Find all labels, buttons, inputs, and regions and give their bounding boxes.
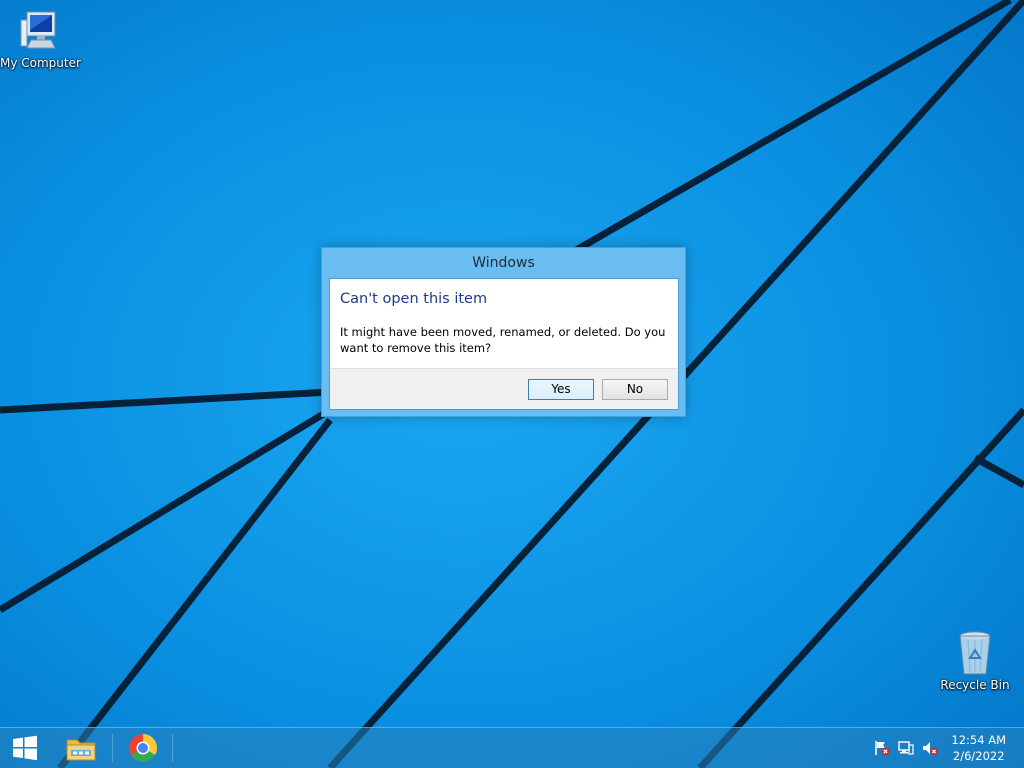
- clock-date: 2/6/2022: [952, 749, 1005, 763]
- network-icon[interactable]: [898, 740, 914, 756]
- desktop-icon-my-computer[interactable]: My Computer: [0, 8, 81, 70]
- dialog-title[interactable]: Windows: [322, 248, 685, 278]
- no-button[interactable]: No: [602, 379, 668, 400]
- dialog-content: Can't open this item It might have been …: [329, 278, 679, 410]
- volume-muted-icon[interactable]: [922, 740, 938, 756]
- file-explorer-icon: [66, 739, 96, 761]
- yes-button[interactable]: Yes: [528, 379, 594, 400]
- taskbar-clock[interactable]: 12:54 AM 2/6/2022: [951, 732, 1006, 764]
- recycle-bin-icon: [959, 631, 991, 675]
- flag-icon[interactable]: [874, 740, 890, 756]
- windows-logo-icon: [13, 735, 37, 761]
- taskbar: 12:54 AM 2/6/2022: [0, 727, 1024, 768]
- dialog-message: It might have been moved, renamed, or de…: [340, 325, 666, 355]
- desktop-icon-label: Recycle Bin: [940, 678, 1010, 692]
- dialog-footer: Yes No: [330, 368, 678, 409]
- message-dialog: Windows Can't open this item It might ha…: [321, 247, 686, 417]
- taskbar-file-explorer[interactable]: [58, 728, 104, 768]
- dialog-heading: Can't open this item: [340, 291, 488, 307]
- clock-time: 12:54 AM: [951, 733, 1006, 747]
- computer-icon: [20, 11, 56, 49]
- chrome-icon: [129, 734, 157, 762]
- taskbar-separator: [172, 734, 173, 762]
- start-button[interactable]: [0, 728, 50, 768]
- taskbar-separator: [112, 734, 113, 762]
- desktop-icon-label: My Computer: [0, 56, 81, 70]
- taskbar-chrome[interactable]: [120, 728, 166, 768]
- desktop-icon-recycle-bin[interactable]: Recycle Bin: [935, 630, 1015, 692]
